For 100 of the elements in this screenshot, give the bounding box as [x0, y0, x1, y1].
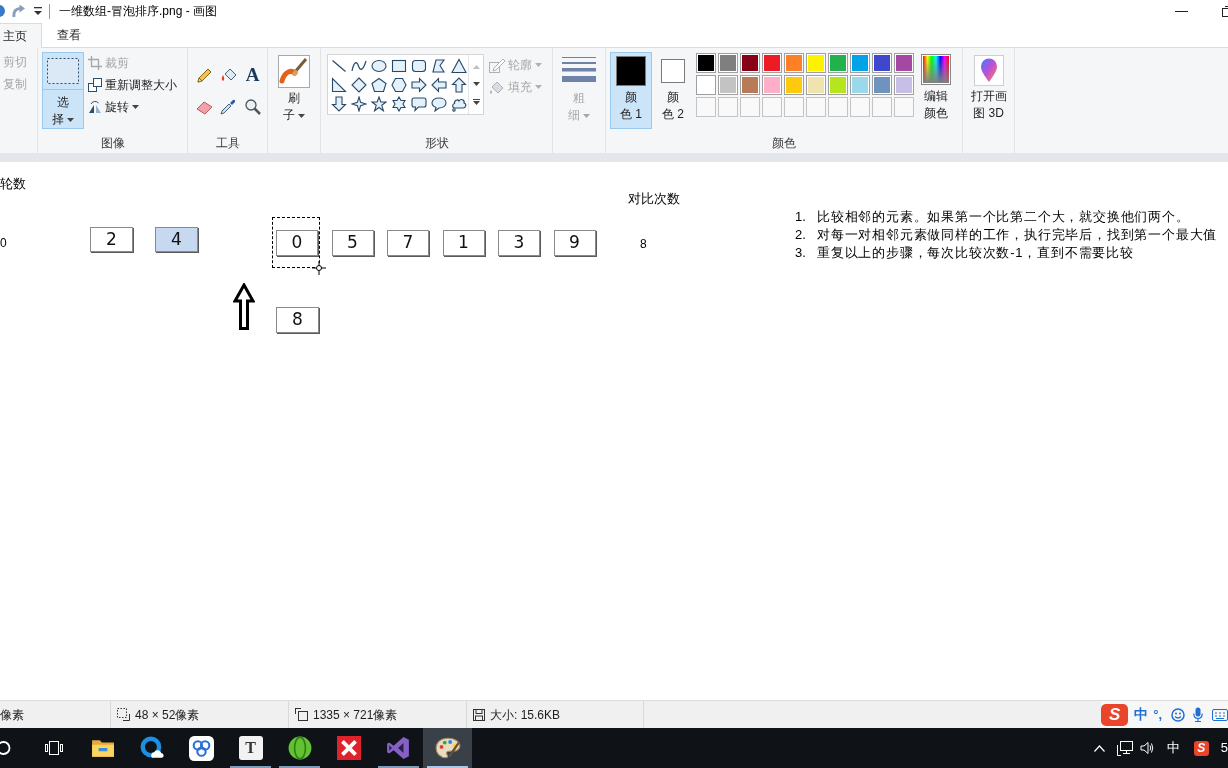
line-icon[interactable]	[331, 57, 347, 74]
color-swatch-icon[interactable]	[718, 75, 738, 95]
paint-3d-button[interactable]: 打开画图 3D	[966, 52, 1011, 129]
left-arrow-icon[interactable]	[431, 76, 447, 93]
group-label: 图像	[100, 135, 125, 152]
empty-swatch-icon[interactable]	[784, 97, 804, 117]
smiley-icon[interactable]	[1171, 707, 1185, 722]
five-point-star-icon[interactable]	[371, 95, 387, 112]
empty-swatch-icon[interactable]	[850, 97, 870, 117]
dropdown-caret-icon	[583, 113, 590, 118]
up-arrow-icon[interactable]	[451, 76, 467, 93]
hexagon-icon[interactable]	[391, 76, 407, 93]
brush-button[interactable]: 刷子	[274, 53, 314, 129]
empty-swatch-icon[interactable]	[696, 97, 716, 117]
microphone-icon[interactable]	[1193, 707, 1203, 722]
ime-logo[interactable]: S	[1101, 703, 1129, 726]
input-method-indicator[interactable]: 中	[1166, 738, 1180, 758]
color-swatch-icon[interactable]	[828, 75, 848, 95]
chevron-up-icon[interactable]	[1093, 744, 1105, 752]
empty-swatch-icon[interactable]	[762, 97, 782, 117]
undo-icon[interactable]	[0, 4, 5, 18]
infinity-loop-icon	[386, 736, 411, 760]
rectangle-icon[interactable]	[391, 57, 407, 74]
color-swatch-icon[interactable]	[894, 75, 914, 95]
dropdown-caret-icon	[132, 105, 139, 109]
color-swatch-icon[interactable]	[850, 53, 870, 73]
color-swatch-icon[interactable]	[828, 53, 848, 73]
magnifier-icon[interactable]	[244, 97, 261, 115]
color-swatch-icon[interactable]	[806, 53, 826, 73]
ribbon-tab[interactable]: 查看	[45, 22, 93, 47]
color-swatch-icon[interactable]	[740, 53, 760, 73]
color-swatch-icon[interactable]	[784, 53, 804, 73]
rounded-callout-icon[interactable]	[411, 95, 427, 112]
empty-swatch-icon[interactable]	[872, 97, 892, 117]
oval-icon[interactable]	[371, 57, 387, 74]
color-slot-button[interactable]: 颜色 1	[610, 52, 652, 129]
resize-button[interactable]: 重新调整大小	[88, 74, 177, 96]
six-point-star-icon[interactable]	[391, 95, 407, 112]
color-swatch-icon[interactable]	[696, 75, 716, 95]
empty-swatch-icon[interactable]	[806, 97, 826, 117]
speaker-icon[interactable]	[1139, 741, 1154, 755]
select-button[interactable]: 选择	[42, 52, 84, 129]
customize-dropdown-icon[interactable]	[34, 6, 42, 16]
empty-swatch-icon[interactable]	[718, 97, 738, 117]
empty-swatch-icon[interactable]	[740, 97, 760, 117]
color-swatch-icon[interactable]	[894, 53, 914, 73]
color-swatch-icon[interactable]	[784, 75, 804, 95]
list-number: 1.	[795, 208, 807, 227]
color-picker-icon[interactable]	[220, 97, 237, 115]
ribbon-tab[interactable]: 主页	[0, 23, 42, 48]
color-swatch-icon[interactable]	[850, 75, 870, 95]
rounded-rectangle-icon[interactable]	[411, 57, 427, 74]
array-element-box: 4	[155, 227, 198, 252]
ime-tray-logo[interactable]: S	[1193, 740, 1209, 756]
restore-icon[interactable]	[1222, 5, 1228, 17]
group-label: 形状	[424, 135, 449, 152]
cursor-position: 像素	[0, 706, 24, 724]
scroll-down-icon[interactable]	[472, 81, 480, 86]
color-swatch-icon[interactable]	[806, 75, 826, 95]
four-point-star-icon[interactable]	[351, 95, 367, 112]
pencil-icon[interactable]	[196, 66, 213, 84]
color-slot-button[interactable]: 颜色 2	[654, 52, 692, 129]
right-triangle-icon[interactable]	[331, 76, 347, 93]
rotate-button[interactable]: 旋转	[88, 96, 139, 118]
diamond-icon[interactable]	[351, 76, 367, 93]
oval-callout-icon[interactable]	[431, 95, 447, 112]
redo-icon[interactable]	[12, 4, 26, 18]
color-swatch-icon[interactable]	[872, 53, 892, 73]
ime-mode-button[interactable]: 中	[1134, 704, 1149, 725]
expand-gallery-icon[interactable]	[472, 98, 480, 105]
dropdown-caret-icon	[535, 85, 542, 89]
text-tool-button[interactable]: A	[244, 66, 261, 84]
polygon-icon[interactable]	[431, 57, 447, 74]
minimize-icon[interactable]	[1175, 10, 1188, 12]
color-swatch-icon[interactable]	[872, 75, 892, 95]
array-element-box: 9	[553, 230, 596, 256]
network-icon[interactable]	[1116, 740, 1133, 756]
color-swatch-icon[interactable]	[762, 75, 782, 95]
clock-text[interactable]: 5	[1220, 738, 1228, 758]
array-element-box: 8	[276, 307, 319, 333]
color-swatch-icon[interactable]	[762, 53, 782, 73]
color-swatch-icon[interactable]	[696, 53, 716, 73]
empty-swatch-icon[interactable]	[894, 97, 914, 117]
down-arrow-icon[interactable]	[331, 95, 347, 112]
color-swatch-icon[interactable]	[740, 75, 760, 95]
punctuation-mode-button[interactable]: °,	[1153, 704, 1162, 725]
taskbar-button[interactable]	[423, 728, 473, 768]
pentagon-icon[interactable]	[371, 76, 387, 93]
taskbar-button[interactable]: T	[225, 728, 276, 768]
array-element-box: 2	[90, 227, 133, 252]
color-swatch-icon[interactable]	[718, 53, 738, 73]
dashed-rectangle-icon	[47, 58, 79, 84]
right-arrow-icon[interactable]	[411, 76, 427, 93]
empty-swatch-icon[interactable]	[828, 97, 848, 117]
triangle-icon[interactable]	[451, 57, 467, 74]
sphere-icon	[287, 736, 312, 760]
selection-size-icon	[117, 708, 130, 721]
edit-colors-button[interactable]: 编辑颜色	[917, 52, 955, 129]
keyboard-icon[interactable]	[1212, 708, 1228, 721]
column-heading: 轮数	[0, 175, 26, 193]
